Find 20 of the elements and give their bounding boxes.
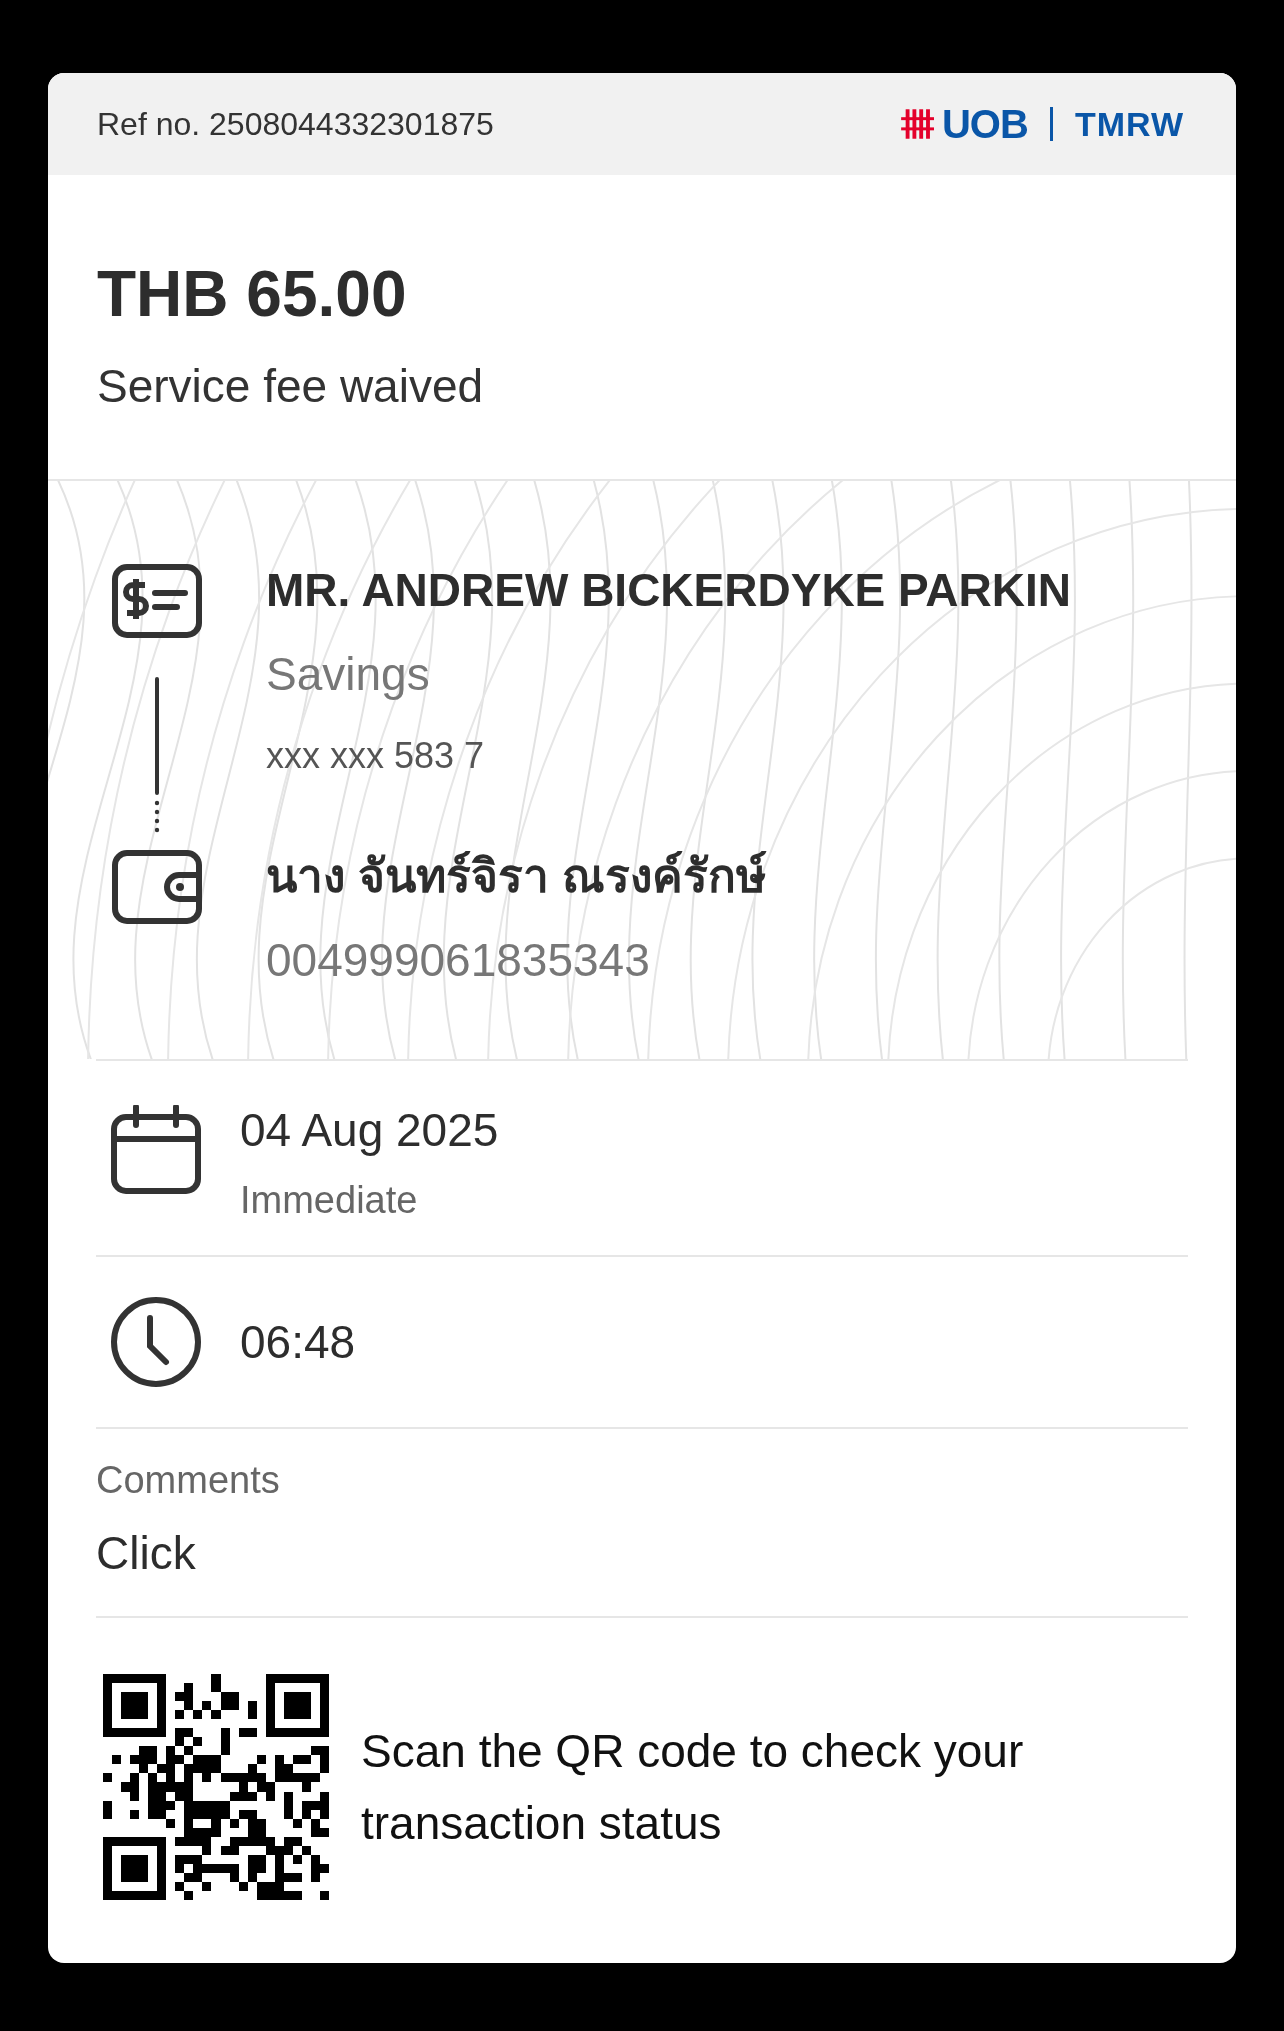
logo: UOB TMRW bbox=[900, 101, 1184, 147]
clock-icon bbox=[110, 1296, 202, 1388]
recipient-name: นาง จันทร์จิรา ณรงค์รักษ์ bbox=[266, 849, 766, 903]
comments-label: Comments bbox=[96, 1459, 281, 1502]
fee-note: Service fee waived bbox=[97, 359, 485, 413]
reference-number: Ref no. 2508044332301875 bbox=[97, 105, 494, 143]
account-type: Savings bbox=[266, 647, 431, 701]
comments-text: Click bbox=[96, 1526, 197, 1580]
recipient-account-number: 004999061835343 bbox=[266, 933, 651, 987]
sender-name: MR. ANDREW BICKERDYKE PARKIN bbox=[266, 563, 1071, 617]
sender-account-number: xxx xxx 583 7 bbox=[266, 735, 486, 777]
bill-icon bbox=[111, 563, 203, 639]
transfer-timing: Immediate bbox=[240, 1179, 419, 1222]
calendar-icon bbox=[110, 1105, 202, 1195]
hash-icon bbox=[900, 107, 934, 141]
transfer-time: 06:48 bbox=[240, 1315, 356, 1369]
wallet-icon bbox=[111, 849, 203, 925]
qr-caption: Scan the QR code to check your transaction status bbox=[361, 1724, 1025, 1851]
amount: THB 65.00 bbox=[97, 257, 408, 331]
transfer-date: 04 Aug 2025 bbox=[240, 1103, 499, 1157]
